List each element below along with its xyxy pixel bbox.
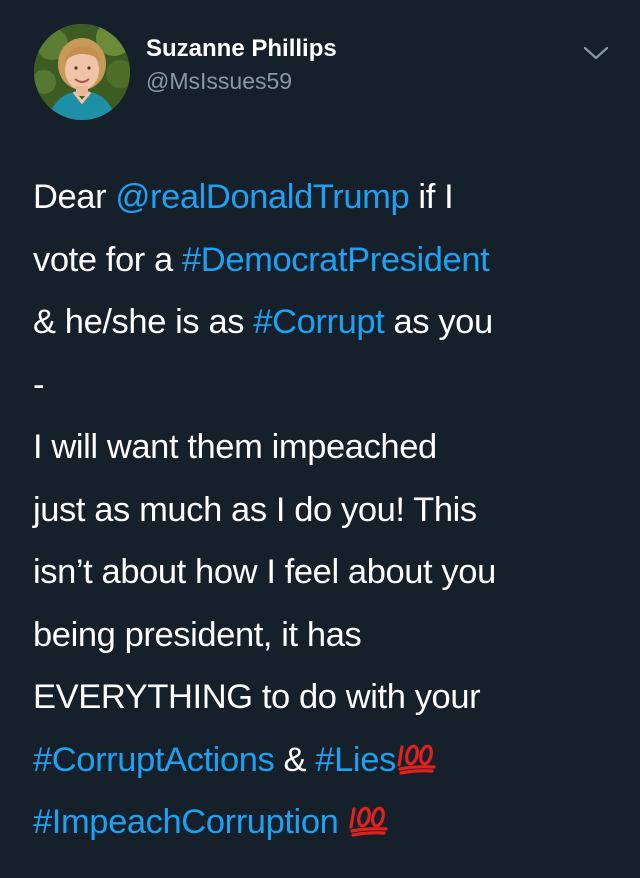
tweet-text: Dear @realDonaldTrump if I vote for a #D… [33,166,618,854]
hashtag-link[interactable]: #CorruptActions [33,741,275,779]
text-segment: vote for a [33,240,183,279]
text-segment: Dear [33,178,116,216]
text-segment [338,803,347,841]
hashtag-link[interactable]: #ImpeachCorruption [33,803,339,841]
tweet-line: isn’t about how I feel about you [33,541,618,604]
text-segment: just as much as I do you! This [33,490,477,529]
mention-link[interactable]: @realDonaldTrump [115,178,409,216]
text-segment: isn’t about how I feel about you [33,553,496,591]
tweet-card[interactable]: Suzanne Phillips @MsIssues59 Dear @realD… [0,0,640,878]
tweet-header: Suzanne Phillips @MsIssues59 [34,24,614,124]
tweet-line: #CorruptActions & #Lies [33,729,618,792]
avatar[interactable] [34,24,130,120]
tweet-line: I will want them impeached [33,416,618,479]
tweet-line: being president, it has [33,604,618,667]
hashtag-link[interactable]: #DemocratPresident [182,241,490,279]
text-segment: being president, it has [33,615,362,654]
tweet-line: just as much as I do you! This [33,479,618,542]
text-segment: EVERYTHING to do with your [33,678,481,716]
hundred-points-emoji [396,733,440,775]
hashtag-link[interactable]: #Lies [315,741,396,779]
tweet-line: Dear @realDonaldTrump if I [33,166,618,229]
tweet-line: EVERYTHING to do with your [33,666,618,729]
hashtag-link[interactable]: #Corrupt [253,303,384,341]
tweet-line: vote for a #DemocratPresident [33,229,618,292]
text-segment: as you [384,303,494,341]
avatar-image [34,24,130,120]
tweet-line: - [33,354,618,417]
display-name[interactable]: Suzanne Phillips [146,34,337,64]
chevron-down-icon[interactable] [582,42,610,64]
text-segment: & [274,740,316,779]
text-segment: if I [409,178,454,216]
hundred-points-emoji [348,795,392,837]
text-segment: & he/she is as [33,303,254,341]
text-segment: - [33,365,45,404]
text-segment: I will want them impeached [33,428,437,466]
tweet-line: & he/she is as #Corrupt as you [33,291,618,354]
user-names: Suzanne Phillips @MsIssues59 [146,34,337,96]
tweet-line: #ImpeachCorruption [33,791,618,854]
user-handle[interactable]: @MsIssues59 [146,66,337,96]
